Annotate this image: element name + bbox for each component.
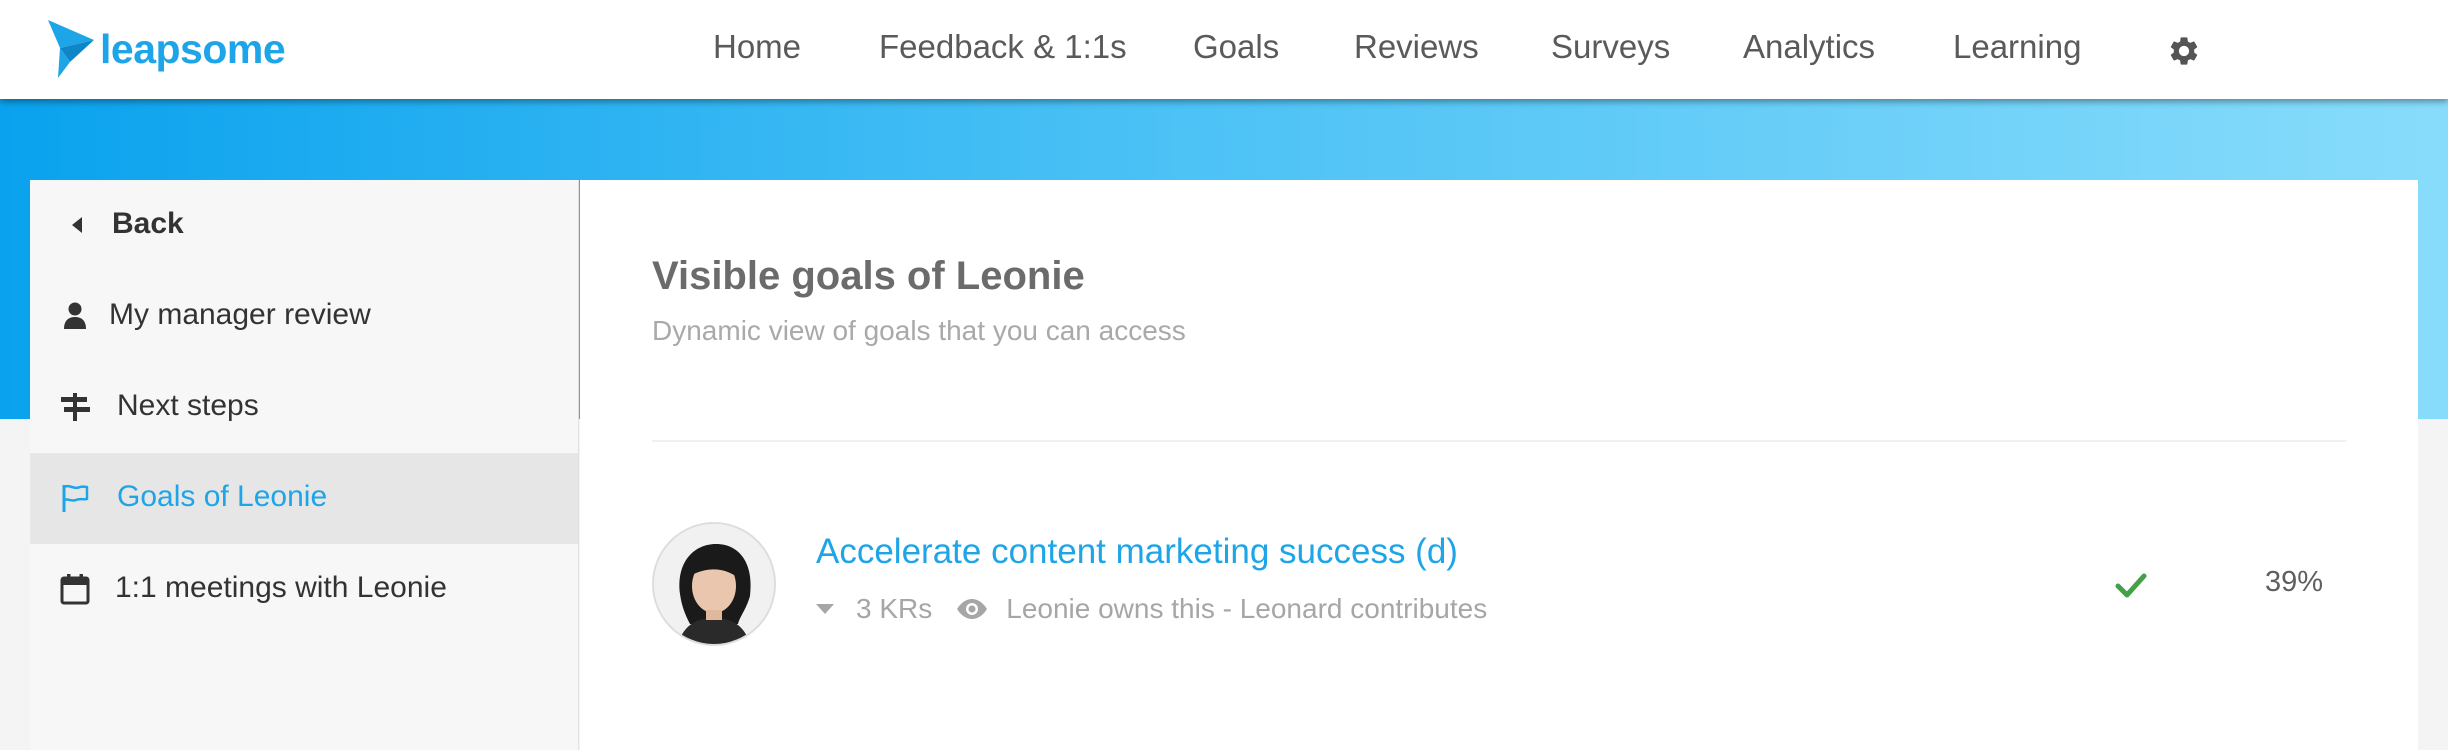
sidebar-item-label: Goals of Leonie bbox=[117, 480, 328, 513]
nav-learning[interactable]: Learning bbox=[1953, 28, 2081, 66]
sidebar-item-manager-review[interactable]: My manager review bbox=[30, 271, 578, 362]
sidebar-item-goals[interactable]: Goals of Leonie bbox=[30, 453, 578, 544]
page-title: Visible goals of Leonie bbox=[652, 254, 1085, 298]
goal-meta: 3 KRs Leonie owns this - Leonard contrib… bbox=[816, 592, 1487, 626]
user-icon bbox=[64, 302, 86, 329]
goal-kr-count[interactable]: 3 KRs bbox=[856, 593, 932, 625]
nav-surveys[interactable]: Surveys bbox=[1551, 28, 1670, 66]
nav-reviews[interactable]: Reviews bbox=[1354, 28, 1479, 66]
eye-icon bbox=[957, 599, 988, 619]
nav-feedback[interactable]: Feedback & 1:1s bbox=[879, 28, 1127, 66]
sidebar-item-label: 1:1 meetings with Leonie bbox=[115, 571, 447, 604]
sidebar-item-label: Next steps bbox=[117, 389, 259, 422]
sidebar-item-next-steps[interactable]: Next steps bbox=[30, 362, 578, 453]
goal-ownership: Leonie owns this - Leonard contributes bbox=[1006, 593, 1488, 624]
page-subtitle: Dynamic view of goals that you can acces… bbox=[652, 315, 1186, 346]
sidebar-item-label: Back bbox=[112, 207, 184, 240]
signpost-icon bbox=[61, 393, 90, 421]
goal-progress: 39% bbox=[2265, 566, 2324, 598]
nav-analytics[interactable]: Analytics bbox=[1743, 28, 1875, 66]
sidebar-item-back[interactable]: Back bbox=[30, 180, 578, 271]
avatar[interactable] bbox=[652, 522, 776, 646]
main-panel: Visible goals of Leonie Dynamic view of … bbox=[580, 180, 2418, 750]
sidebar-item-label: My manager review bbox=[109, 298, 371, 331]
calendar-icon bbox=[60, 574, 90, 605]
goal-row[interactable]: Accelerate content marketing success (d)… bbox=[652, 522, 2346, 646]
caret-left-icon bbox=[72, 217, 82, 233]
chevron-down-icon[interactable] bbox=[816, 604, 834, 614]
check-icon bbox=[2115, 573, 2147, 598]
flag-icon bbox=[62, 484, 89, 512]
top-navigation-bar: leapsome Home Feedback & 1:1s Goals Revi… bbox=[0, 0, 2448, 99]
divider bbox=[652, 440, 2346, 442]
main-nav: Home Feedback & 1:1s Goals Reviews Surve… bbox=[0, 0, 2448, 99]
goal-title-link[interactable]: Accelerate content marketing success (d) bbox=[816, 532, 1458, 572]
sidebar: Back My manager review Next steps Goals … bbox=[30, 180, 579, 750]
avatar-photo bbox=[654, 524, 774, 644]
sidebar-item-meetings[interactable]: 1:1 meetings with Leonie bbox=[30, 544, 578, 635]
nav-home[interactable]: Home bbox=[713, 28, 801, 66]
gear-icon[interactable] bbox=[2167, 34, 2201, 68]
nav-goals[interactable]: Goals bbox=[1193, 28, 1279, 66]
